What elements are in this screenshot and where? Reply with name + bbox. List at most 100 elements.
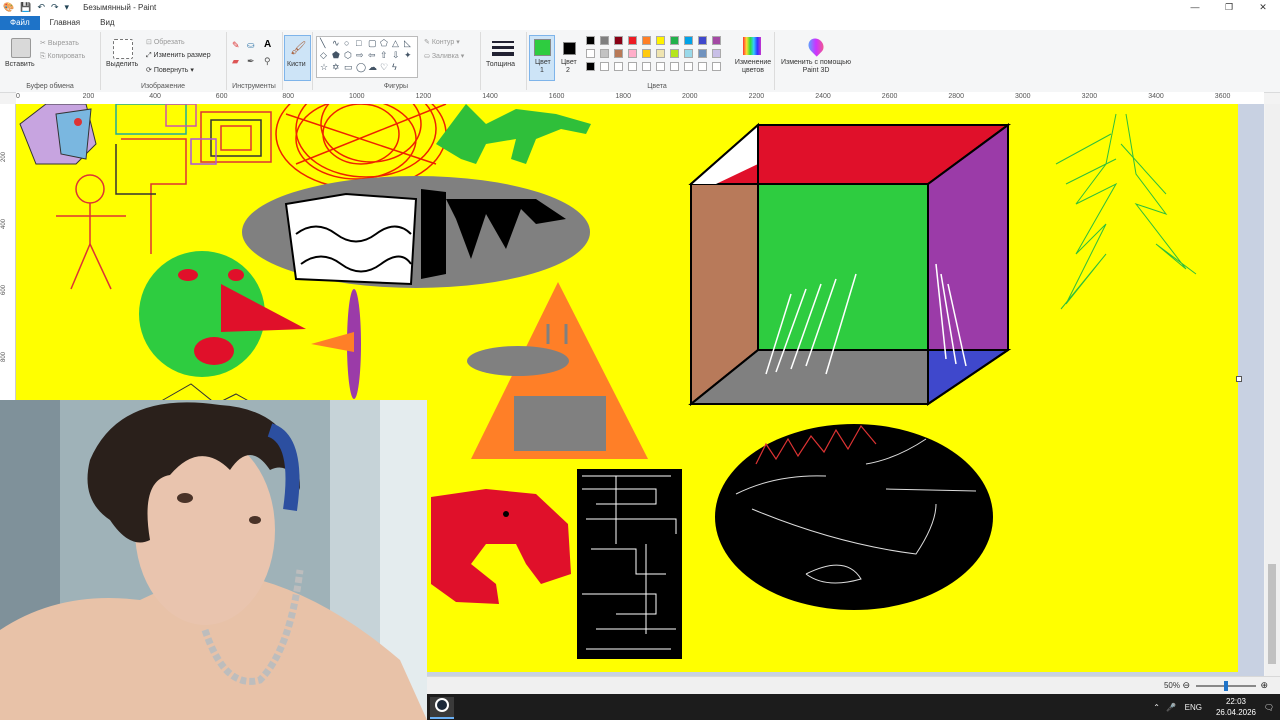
customize-qat-icon[interactable]: ▾ [65, 2, 70, 13]
notifications-icon[interactable]: 🗨 [1264, 694, 1274, 720]
rounded-rect-shape-icon[interactable]: ▢ [368, 38, 377, 49]
palette-swatch[interactable] [712, 36, 721, 45]
rotate-button[interactable]: ⟳ Повернуть ▾ [146, 66, 194, 74]
outline-button[interactable]: ✎ Контур ▾ [424, 38, 460, 46]
text-tool-icon[interactable]: A [264, 39, 271, 50]
palette-swatch[interactable] [684, 36, 693, 45]
line-shape-icon[interactable]: ╲ [320, 38, 325, 49]
zoom-slider[interactable] [1196, 681, 1256, 691]
star6-shape-icon[interactable]: ✡ [332, 62, 340, 73]
language-indicator[interactable]: ENG [1185, 694, 1202, 720]
save-icon[interactable]: 💾 [20, 2, 31, 13]
palette-swatch[interactable] [586, 36, 595, 45]
zoom-out-icon[interactable]: ⊖ [1182, 680, 1190, 691]
palette-swatch[interactable] [656, 36, 665, 45]
copy-button[interactable]: ⎘ Копировать [40, 53, 85, 61]
magnifier-icon[interactable]: ⚲ [264, 56, 271, 67]
tray-chevron-icon[interactable]: ⌃ [1153, 694, 1160, 720]
callout-rect-shape-icon[interactable]: ▭ [344, 62, 353, 73]
select-button[interactable]: Выделить [106, 61, 138, 68]
palette-swatch[interactable] [586, 62, 595, 71]
size-button[interactable]: Толщина [486, 61, 515, 68]
steam-taskbar-button[interactable] [430, 697, 454, 719]
palette-swatch[interactable] [670, 49, 679, 58]
palette-swatch[interactable] [614, 62, 623, 71]
maximize-button[interactable]: ❐ [1212, 0, 1246, 15]
close-button[interactable]: ✕ [1246, 0, 1280, 15]
diamond-shape-icon[interactable]: ◇ [320, 50, 327, 61]
palette-swatch[interactable] [712, 49, 721, 58]
palette-swatch[interactable] [684, 49, 693, 58]
paste-button[interactable]: Вставить [5, 61, 35, 68]
palette-swatch[interactable] [586, 49, 595, 58]
arrow-right-shape-icon[interactable]: ⇨ [356, 50, 364, 61]
palette-swatch[interactable] [712, 62, 721, 71]
palette-swatch[interactable] [670, 62, 679, 71]
edit-colors-icon[interactable] [743, 37, 761, 55]
palette-swatch[interactable] [656, 49, 665, 58]
cut-button[interactable]: ✂ Вырезать [40, 39, 79, 47]
undo-icon[interactable]: ↶ [37, 2, 45, 13]
resize-button[interactable]: ⤢ Изменить размер [146, 52, 211, 60]
canvas-resize-handle[interactable] [1236, 376, 1242, 382]
select-icon[interactable] [113, 39, 133, 59]
tab-view[interactable]: Вид [90, 16, 124, 30]
rectangle-shape-icon[interactable]: □ [356, 38, 361, 48]
color2-swatch[interactable] [563, 42, 576, 55]
palette-swatch[interactable] [642, 36, 651, 45]
palette-swatch[interactable] [614, 49, 623, 58]
pentagon-shape-icon[interactable]: ⬟ [332, 50, 340, 61]
star5-shape-icon[interactable]: ☆ [320, 62, 328, 73]
callout-oval-shape-icon[interactable]: ◯ [356, 62, 366, 73]
pencil-icon[interactable]: ✎ [232, 40, 240, 51]
arrow-up-shape-icon[interactable]: ⇧ [380, 50, 388, 61]
cloud-callout-shape-icon[interactable]: ☁ [368, 62, 377, 73]
lightning-shape-icon[interactable]: ϟ [392, 62, 397, 72]
edit-colors-button[interactable]: Изменение цветов [732, 59, 774, 75]
palette-swatch[interactable] [684, 62, 693, 71]
palette-swatch[interactable] [600, 62, 609, 71]
crop-button[interactable]: ⊡ Обрезать [146, 38, 185, 46]
palette-swatch[interactable] [698, 36, 707, 45]
zoom-in-icon[interactable]: ⊕ [1260, 680, 1268, 691]
shapes-gallery[interactable]: ╲ ∿ ○ □ ▢ ⬠ △ ◺ ◇ ⬟ ⬡ ⇨ ⇦ ⇧ ⇩ ✦ ☆ ✡ ▭ ◯ … [316, 36, 418, 78]
palette-swatch[interactable] [628, 49, 637, 58]
star4-shape-icon[interactable]: ✦ [404, 50, 412, 61]
microphone-icon[interactable]: 🎤 [1166, 694, 1176, 720]
paint3d-icon[interactable] [805, 35, 827, 57]
right-triangle-shape-icon[interactable]: ◺ [404, 38, 411, 49]
eraser-icon[interactable]: ▰ [232, 56, 239, 67]
arrow-down-shape-icon[interactable]: ⇩ [392, 50, 400, 61]
hexagon-shape-icon[interactable]: ⬡ [344, 50, 352, 61]
tab-home[interactable]: Главная [40, 16, 90, 30]
clock[interactable]: 22:03 26.04.2026 [1216, 696, 1256, 718]
heart-shape-icon[interactable]: ♡ [380, 62, 388, 73]
paste-icon[interactable] [11, 38, 31, 58]
palette-swatch[interactable] [600, 49, 609, 58]
triangle-shape-icon[interactable]: △ [392, 38, 399, 49]
palette-swatch[interactable] [656, 62, 665, 71]
palette-swatch[interactable] [628, 62, 637, 71]
palette-swatch[interactable] [698, 49, 707, 58]
palette-swatch[interactable] [614, 36, 623, 45]
color-picker-icon[interactable]: ✒ [247, 56, 255, 67]
tab-file[interactable]: Файл [0, 16, 40, 30]
curve-shape-icon[interactable]: ∿ [332, 38, 340, 49]
redo-icon[interactable]: ↷ [51, 2, 59, 13]
palette-swatch[interactable] [628, 36, 637, 45]
scrollbar-thumb[interactable] [1268, 564, 1276, 664]
minimize-button[interactable]: — [1178, 0, 1212, 15]
palette-swatch[interactable] [600, 36, 609, 45]
vertical-scrollbar[interactable] [1265, 104, 1280, 676]
palette-swatch[interactable] [642, 62, 651, 71]
paint3d-button[interactable]: Изменить с помощью Paint 3D [778, 59, 854, 75]
arrow-left-shape-icon[interactable]: ⇦ [368, 50, 376, 61]
fill-button[interactable]: ⛀ Заливка ▾ [424, 52, 464, 60]
oval-shape-icon[interactable]: ○ [344, 38, 349, 48]
palette-swatch[interactable] [642, 49, 651, 58]
palette-swatch[interactable] [670, 36, 679, 45]
zoom-slider-thumb[interactable] [1224, 681, 1228, 691]
palette-swatch[interactable] [698, 62, 707, 71]
polygon-shape-icon[interactable]: ⬠ [380, 38, 388, 49]
fill-bucket-icon[interactable]: ⛀ [247, 40, 255, 51]
